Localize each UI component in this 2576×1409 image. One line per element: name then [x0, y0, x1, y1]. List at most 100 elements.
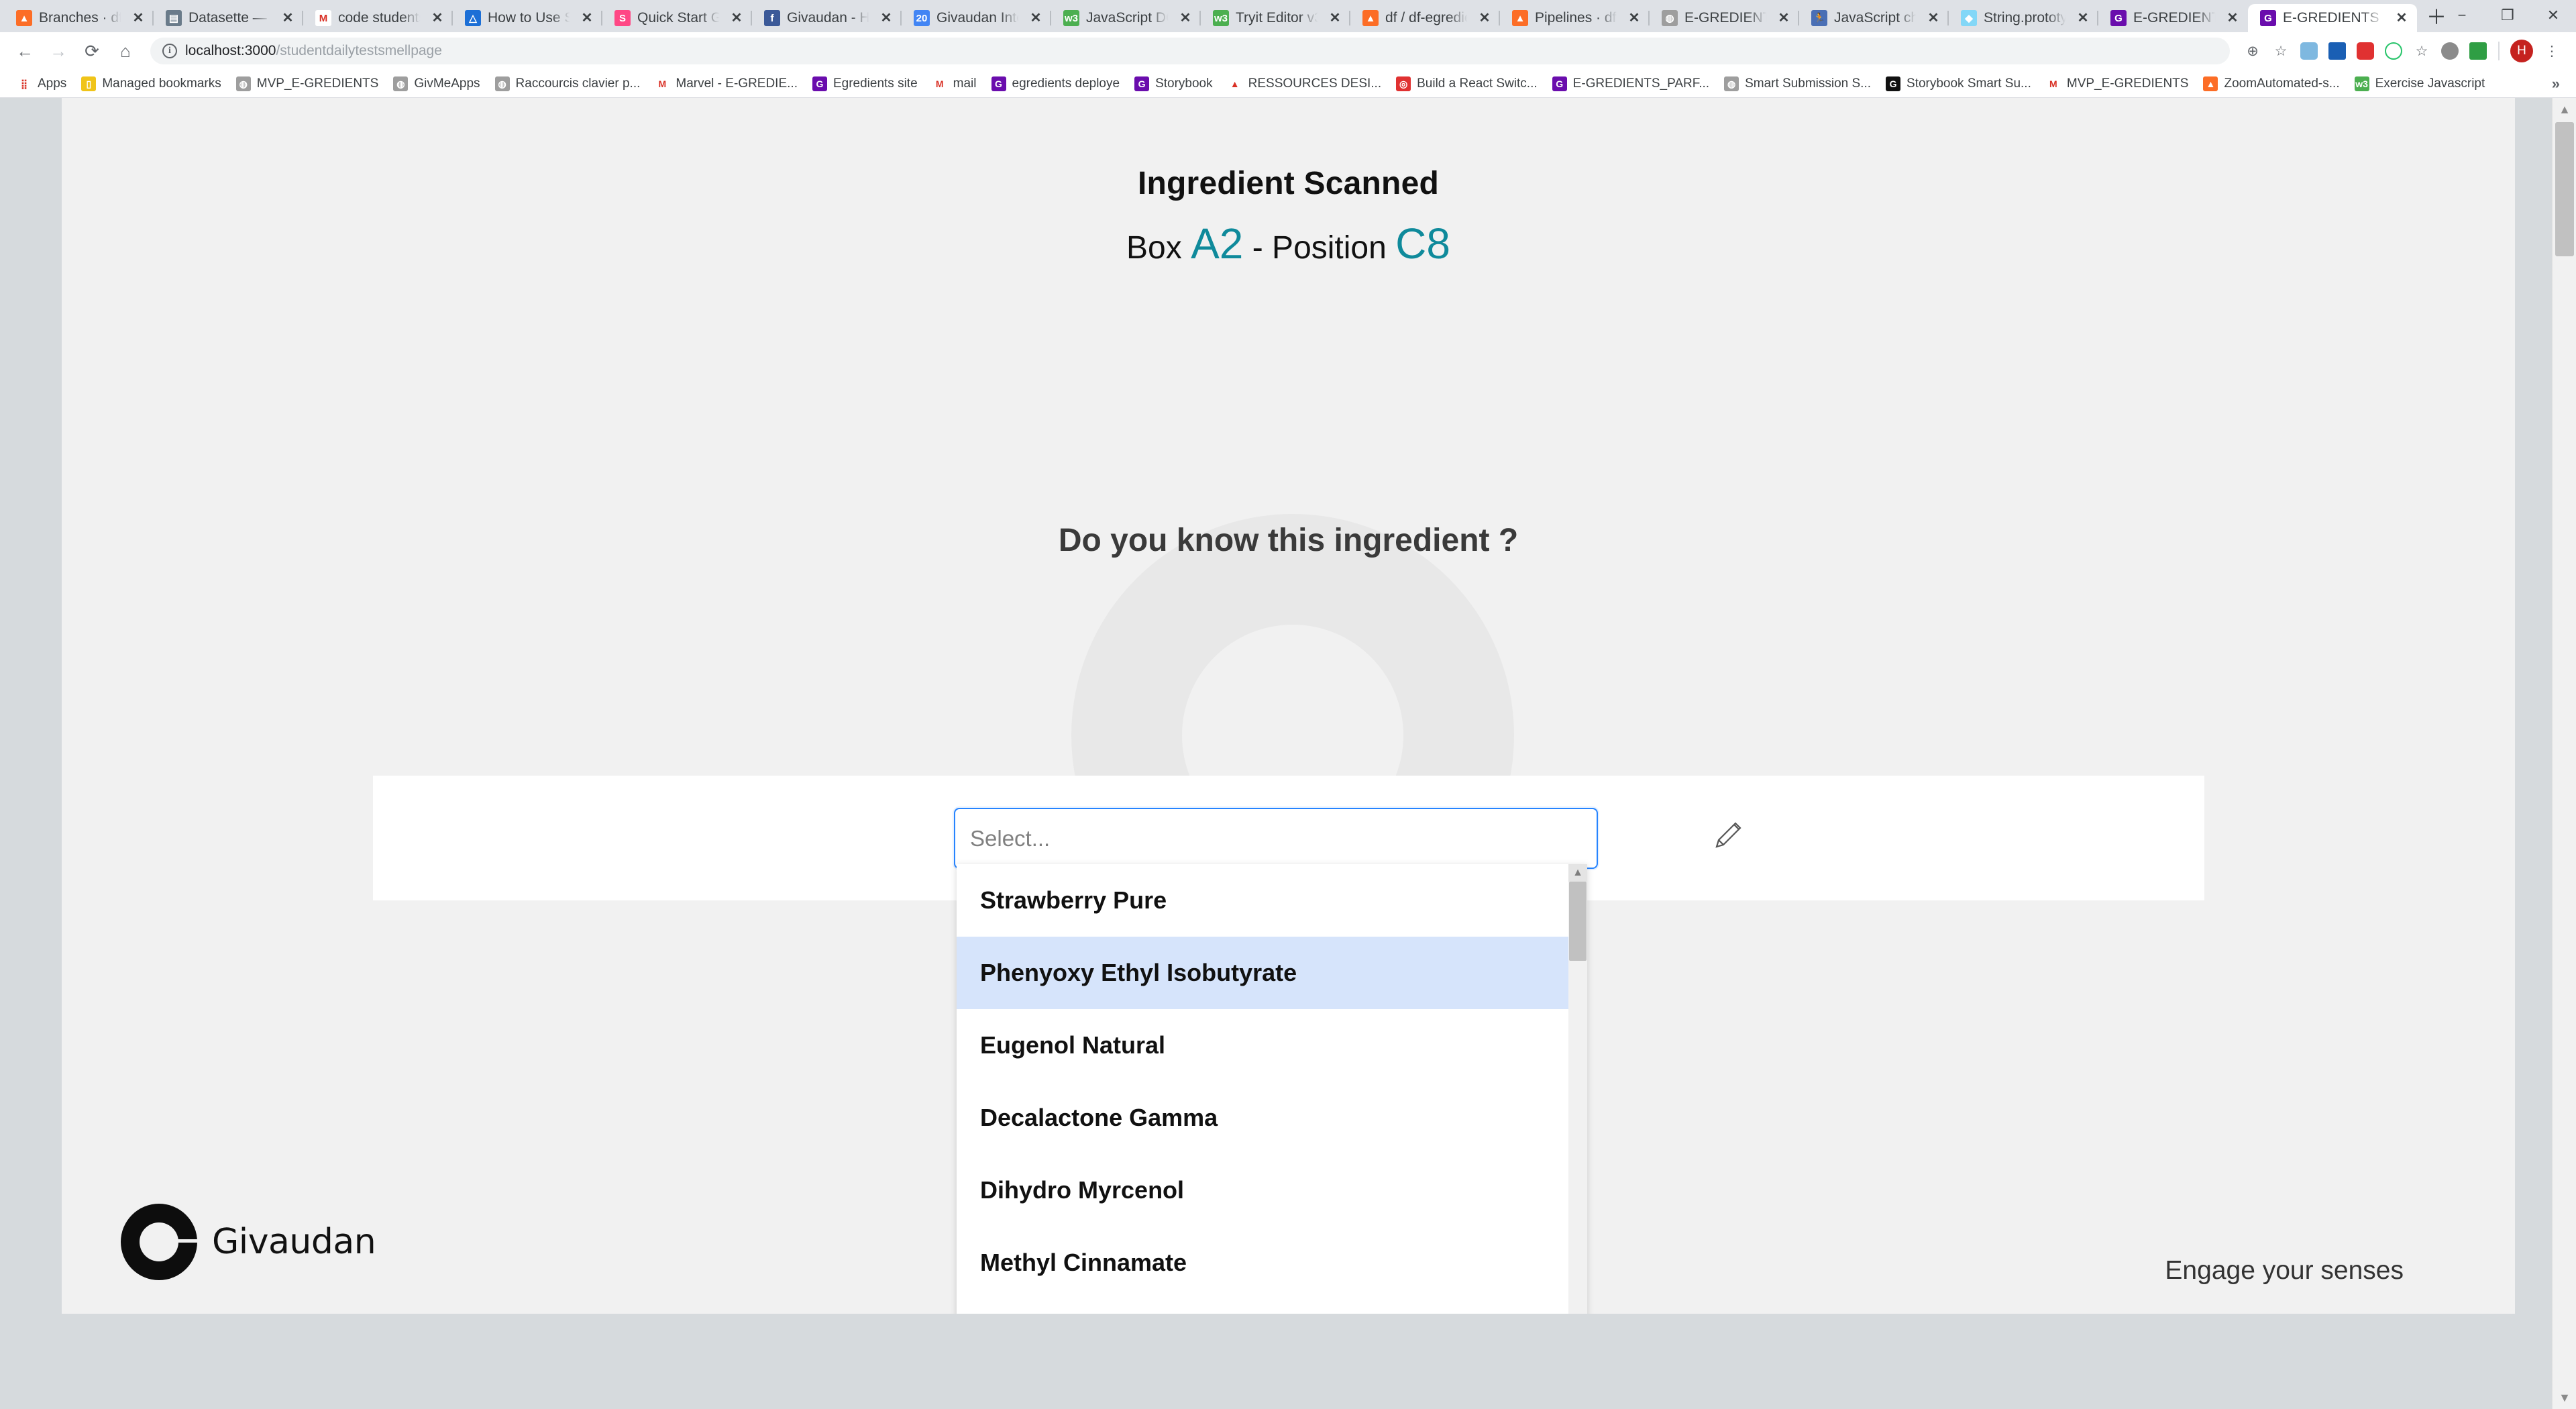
bookmark-item[interactable]: w3 Exercise Javascript — [2347, 72, 2493, 95]
site-info-icon[interactable]: i — [162, 44, 177, 58]
browser-tab[interactable]: △ How to Use Sto ✕ — [453, 4, 602, 32]
extension-atom-icon[interactable] — [2380, 38, 2407, 64]
tab-close-icon[interactable]: ✕ — [1775, 11, 1792, 25]
extension-cube-icon[interactable] — [2296, 38, 2322, 64]
browser-tab[interactable]: 20 Givaudan Interr ✕ — [902, 4, 1051, 32]
extension-react-icon[interactable] — [2352, 38, 2379, 64]
bookmark-item[interactable]: G Egredients site — [805, 72, 925, 95]
reload-icon[interactable]: ⟳ — [76, 36, 107, 66]
tab-close-icon[interactable]: ✕ — [1925, 11, 1942, 25]
bookmark-label: MVP_E-GREDIENTS — [2066, 76, 2189, 91]
url-host: localhost:3000 — [185, 43, 276, 58]
dropdown-scroll-up-icon[interactable]: ▲ — [1568, 864, 1587, 882]
bookmark-label: ZoomAutomated-s... — [2224, 76, 2340, 91]
browser-tab[interactable]: ◆ String.prototyp ✕ — [1949, 4, 2098, 32]
bookmark-item[interactable]: M Marvel - E-GREDIE... — [647, 72, 805, 95]
browser-tab[interactable]: G E-GREDIENTS ✕ — [2248, 4, 2417, 32]
back-icon[interactable]: ← — [9, 36, 40, 66]
dropdown-scroll-thumb[interactable] — [1569, 882, 1587, 961]
tab-close-icon[interactable]: ✕ — [279, 11, 297, 25]
browser-menu-icon[interactable]: ⋮ — [2538, 38, 2565, 64]
tab-close-icon[interactable]: ✕ — [1027, 11, 1044, 25]
tab-close-icon[interactable]: ✕ — [2393, 11, 2410, 25]
bookmark-item[interactable]: ◎ Build a React Switc... — [1389, 72, 1545, 95]
gmail-icon: M — [932, 76, 947, 91]
bookmark-item[interactable]: M MVP_E-GREDIENTS — [2039, 72, 2196, 95]
bookmark-item[interactable]: Mmail — [925, 72, 984, 95]
bookmark-item[interactable]: ▲ ZoomAutomated-s... — [2196, 72, 2347, 95]
bookmark-item[interactable]: ◍ Smart Submission S... — [1717, 72, 1878, 95]
tab-label: E-GREDIENTS — [2133, 10, 2217, 25]
tab-label: JavaScript chara — [1834, 10, 1918, 25]
bookmark-star-icon[interactable]: ☆ — [2267, 38, 2294, 64]
calendar-icon: 20 — [914, 10, 930, 26]
pencil-icon[interactable] — [1709, 816, 1746, 853]
tab-label: Givaudan Interr — [936, 10, 1020, 25]
close-window-button[interactable]: ✕ — [2530, 0, 2576, 31]
bookmark-label: Managed bookmarks — [102, 76, 221, 91]
tab-close-icon[interactable]: ✕ — [728, 11, 745, 25]
browser-tab[interactable]: ▤ Datasette — Da ✕ — [154, 4, 303, 32]
extension-globe-icon[interactable] — [2324, 38, 2351, 64]
browser-tab[interactable]: f Givaudan - Hon ✕ — [752, 4, 902, 32]
ingredient-select-input[interactable]: Select... — [954, 808, 1598, 869]
dropdown-option[interactable]: Strawberry Pure — [957, 864, 1587, 937]
bookmark-item[interactable]: ▲ RESSOURCES DESI... — [1220, 72, 1389, 95]
bookmark-item[interactable]: ▯ Managed bookmarks — [74, 72, 228, 95]
extension-star-icon[interactable]: ☆ — [2408, 38, 2435, 64]
bookmark-label: GivMeApps — [414, 76, 480, 91]
bookmark-label: Build a React Switc... — [1417, 76, 1538, 91]
bookmark-item[interactable]: Gegredients deploye — [984, 72, 1128, 95]
browser-tab[interactable]: ▲ df / df-egredier ✕ — [1350, 4, 1500, 32]
apps-grid-icon: ⣿ — [17, 76, 32, 91]
w3schools-icon: w3 — [1063, 10, 1079, 26]
address-bar[interactable]: i localhost:3000/studentdailytestsmellpa… — [150, 38, 2230, 64]
scroll-up-icon[interactable]: ▲ — [2553, 98, 2576, 121]
tab-close-icon[interactable]: ✕ — [877, 11, 895, 25]
browser-tab[interactable]: ▲ Branches · df / ✕ — [4, 4, 154, 32]
tab-close-icon[interactable]: ✕ — [129, 11, 147, 25]
browser-tab[interactable]: S Quick Start Gui ✕ — [602, 4, 752, 32]
tab-close-icon[interactable]: ✕ — [1326, 11, 1344, 25]
tab-label: Branches · df / — [39, 10, 123, 25]
bookmarks-overflow-button[interactable]: » — [2545, 75, 2567, 93]
zoom-icon[interactable]: ⊕ — [2239, 38, 2266, 64]
dropdown-option[interactable]: Eugenol Natural — [957, 1009, 1587, 1082]
tab-label: code studentsm — [338, 10, 422, 25]
browser-tab[interactable]: ◍ E-GREDIENTS ✕ — [1650, 4, 1799, 32]
bookmark-item[interactable]: G Storybook Smart Su... — [1878, 72, 2039, 95]
tab-close-icon[interactable]: ✕ — [2224, 11, 2241, 25]
home-icon[interactable]: ⌂ — [110, 36, 141, 66]
extension-moon-icon[interactable] — [2436, 38, 2463, 64]
bookmark-item[interactable]: ◍ MVP_E-GREDIENTS — [229, 72, 386, 95]
bookmark-item[interactable]: ⣿ Apps — [9, 72, 74, 95]
browser-tab[interactable]: w3 Tryit Editor v3.6 ✕ — [1201, 4, 1350, 32]
bookmark-item[interactable]: G E-GREDIENTS_PARF... — [1545, 72, 1717, 95]
w3schools-icon: w3 — [1213, 10, 1229, 26]
bookmark-item[interactable]: G Storybook — [1127, 72, 1220, 95]
maximize-button[interactable]: ❐ — [2485, 0, 2530, 31]
page-scrollbar[interactable]: ▲ ▼ — [2552, 98, 2576, 1409]
tab-close-icon[interactable]: ✕ — [1625, 11, 1643, 25]
dropdown-option[interactable]: Phenyoxy Ethyl Isobutyrate — [957, 937, 1587, 1009]
avatar[interactable]: H — [2510, 40, 2533, 62]
browser-tab[interactable]: w3 JavaScript DOM ✕ — [1051, 4, 1201, 32]
page-scroll-thumb[interactable] — [2555, 122, 2574, 256]
browser-tab[interactable]: ▲ Pipelines · df / ✕ — [1500, 4, 1650, 32]
scroll-down-icon[interactable]: ▼ — [2553, 1386, 2576, 1409]
browser-tab[interactable]: Mcode studentsm ✕ — [303, 4, 453, 32]
tab-close-icon[interactable]: ✕ — [2074, 11, 2092, 25]
tab-close-icon[interactable]: ✕ — [578, 11, 596, 25]
bookmark-item[interactable]: ◍ Raccourcis clavier p... — [488, 72, 648, 95]
lifebuoy-icon: ◎ — [1396, 76, 1411, 91]
tab-close-icon[interactable]: ✕ — [429, 11, 446, 25]
tab-close-icon[interactable]: ✕ — [1476, 11, 1493, 25]
bookmark-item[interactable]: ◍ GivMeApps — [386, 72, 487, 95]
tab-close-icon[interactable]: ✕ — [1177, 11, 1194, 25]
forward-icon[interactable]: → — [43, 36, 74, 66]
browser-tab[interactable]: G E-GREDIENTS ✕ — [2098, 4, 2248, 32]
tab-label: Givaudan - Hon — [787, 10, 871, 25]
minimize-button[interactable]: − — [2439, 0, 2485, 31]
browser-tab[interactable]: 🏃 JavaScript chara ✕ — [1799, 4, 1949, 32]
extension-window-icon[interactable] — [2465, 38, 2491, 64]
